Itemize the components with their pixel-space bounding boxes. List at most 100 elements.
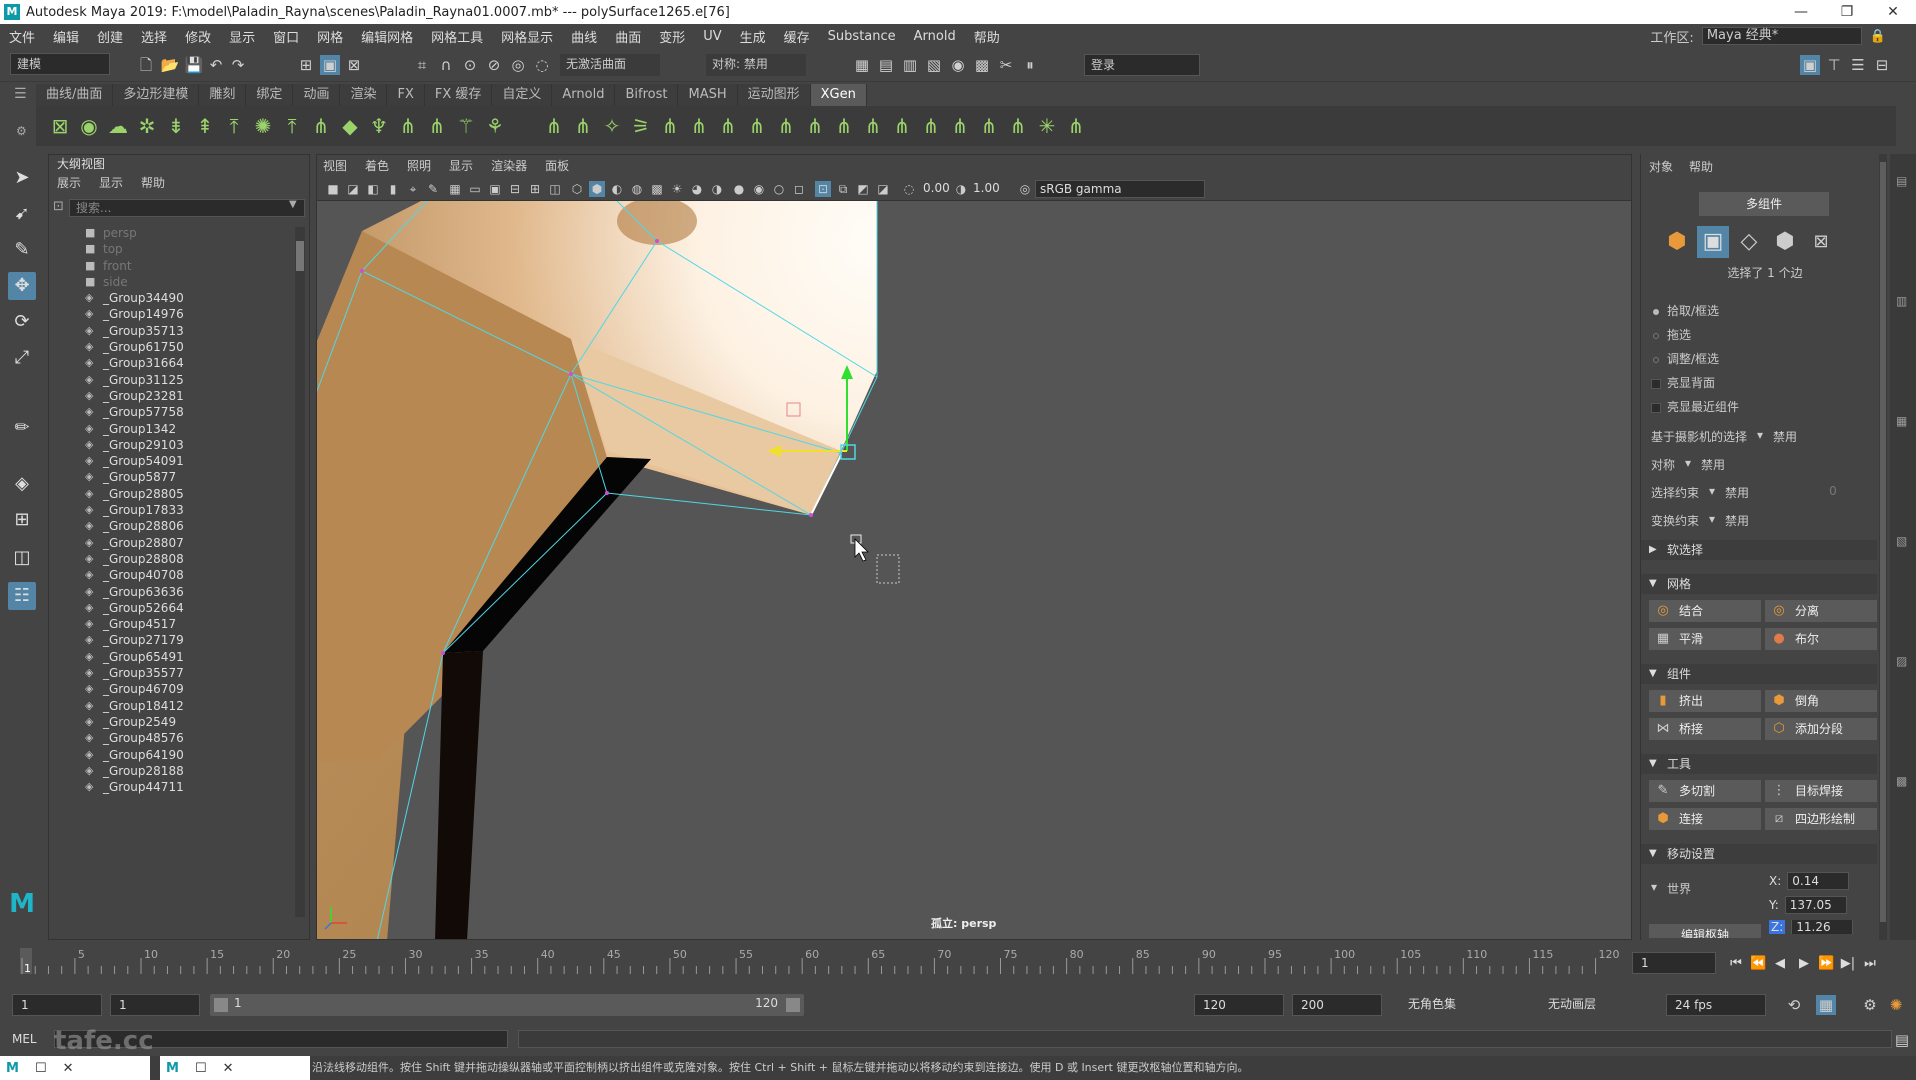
resolution-gate-icon[interactable]: ▣	[487, 181, 503, 197]
image-plane-icon[interactable]: ▮	[385, 181, 401, 197]
highlight-backface-checkbox[interactable]: 亮显背面	[1651, 374, 1715, 391]
anim-prefs-icon[interactable]: ⚙	[1860, 995, 1880, 1015]
close-button[interactable]: ✕	[1870, 0, 1916, 24]
side-tab-icon[interactable]: ▦	[1896, 414, 1907, 428]
outliner-item[interactable]: ◈ _Group34490	[49, 290, 293, 306]
select-camera-icon[interactable]: ■	[325, 181, 341, 197]
render-view-icon[interactable]: ▦	[852, 55, 872, 75]
xgen-tool-icon[interactable]: ⋔	[540, 112, 568, 140]
xgen-tool-icon[interactable]: ⋔	[830, 112, 858, 140]
outliner-item[interactable]: ◈ _Group52664	[49, 600, 293, 616]
paint-select-tool-icon[interactable]: ✎	[8, 236, 36, 264]
outliner-item[interactable]: ◈ _Group35577	[49, 665, 293, 681]
auto-key-icon[interactable]: ▦	[1816, 995, 1836, 1015]
menu-item[interactable]: 编辑	[44, 27, 88, 46]
outliner-item[interactable]: ◈ _Group4517	[49, 616, 293, 632]
x-coord-field[interactable]: 0.14	[1787, 872, 1850, 890]
safe-action-icon[interactable]: ◫	[547, 181, 563, 197]
step-forward-frame-icon[interactable]: ⏩	[1818, 956, 1834, 972]
tool-settings-toggle-icon[interactable]: ☰	[1848, 55, 1868, 75]
menu-item[interactable]: 曲面	[606, 27, 650, 46]
multi-cut-button[interactable]: ✎ 多切割	[1649, 780, 1761, 802]
side-tab-icon[interactable]: ▧	[1896, 534, 1907, 548]
light-editor-icon[interactable]: ✂	[996, 55, 1016, 75]
loop-icon[interactable]: ⟲	[1784, 995, 1804, 1015]
move-tool-icon[interactable]: ✥	[8, 272, 36, 300]
outliner-item[interactable]: ◈ _Group28808	[49, 551, 293, 567]
side-tab-icon[interactable]: ▤	[1896, 174, 1907, 188]
shelf-settings-icon[interactable]: ⚙	[16, 124, 27, 138]
character-set-dropdown[interactable]: 无角色集	[1400, 994, 1526, 1016]
viewport-menu-item[interactable]: 照明	[407, 155, 431, 177]
toolkit-menu-item[interactable]: 对象	[1649, 158, 1673, 175]
drag-radio[interactable]: 拖选	[1653, 326, 1691, 343]
redo-icon[interactable]: ↷	[228, 55, 248, 75]
shelf-tab[interactable]: Arnold	[552, 84, 616, 106]
toolkit-scrollbar[interactable]	[1879, 154, 1887, 940]
view-transform-dropdown[interactable]: sRGB gamma	[1035, 180, 1205, 198]
outliner-item[interactable]: ◈ _Group44711	[49, 779, 293, 795]
outliner-item[interactable]: ◈ _Group28807	[49, 535, 293, 551]
bookmarks-icon[interactable]: ◧	[365, 181, 381, 197]
snap-point-icon[interactable]: ⊙	[460, 55, 480, 75]
separate-button[interactable]: ◎ 分离	[1765, 600, 1877, 622]
menu-item[interactable]: 缓存	[775, 27, 819, 46]
tweak-marquee-radio[interactable]: 调整/框选	[1653, 350, 1719, 367]
quad-draw-button[interactable]: ⧄ 四边形绘制	[1765, 808, 1877, 830]
xgen-tool-icon[interactable]: ⋔	[946, 112, 974, 140]
edge-mode-icon[interactable]: ◇	[1733, 226, 1765, 258]
backface-culling-icon[interactable]: ◪	[875, 181, 891, 197]
menu-item[interactable]: 创建	[88, 27, 132, 46]
outliner-item[interactable]: ◈ _Group57758	[49, 404, 293, 420]
go-to-end-icon[interactable]: ⏭	[1862, 956, 1878, 972]
lasso-tool-icon[interactable]: ➹	[8, 200, 36, 228]
default-material-icon[interactable]: ◐	[609, 181, 625, 197]
close-icon[interactable]: ✕	[63, 1061, 74, 1076]
snap-curve-icon[interactable]: ∩	[436, 55, 456, 75]
toolkit-menu-item[interactable]: 帮助	[1689, 158, 1713, 175]
animation-end-field[interactable]: 200	[1292, 994, 1382, 1016]
xgen-tool-icon[interactable]: ⋔	[888, 112, 916, 140]
xray-active-icon[interactable]: ◩	[855, 181, 871, 197]
xgen-tool-icon[interactable]: ⇞	[191, 112, 219, 140]
viewport-menu-item[interactable]: 显示	[449, 155, 473, 177]
outliner-search-input[interactable]: 搜索...	[69, 199, 305, 217]
time-ruler[interactable]: 15 10 15 20 25 30 35 40 45 50 55 60 65 70 75 80 85 90 95 10…	[14, 948, 1634, 974]
xgen-tool-icon[interactable]: ⋔	[307, 112, 335, 140]
uv-mode-icon[interactable]: ⊠	[1805, 226, 1837, 258]
menu-item[interactable]: 文件	[0, 27, 44, 46]
render-current-icon[interactable]: ▤	[876, 55, 896, 75]
xgen-tool-icon[interactable]: ⋔	[801, 112, 829, 140]
menu-item[interactable]: 显示	[220, 27, 264, 46]
y-coord-field[interactable]: 137.05	[1784, 896, 1847, 914]
menu-item[interactable]: 曲线	[562, 27, 606, 46]
field-chart-icon[interactable]: ⊞	[527, 181, 543, 197]
xgen-tool-icon[interactable]: ✳	[1033, 112, 1061, 140]
camera-attributes-icon[interactable]: ◪	[345, 181, 361, 197]
gamma-icon[interactable]: ◑	[953, 181, 969, 197]
outliner-item[interactable]: ◈ _Group28805	[49, 486, 293, 502]
shelf-menu-icon[interactable]: ☰	[14, 86, 27, 102]
shelf-tab[interactable]: 曲线/曲面	[36, 84, 114, 106]
four-view-icon[interactable]: ⊞	[8, 506, 36, 534]
menu-item[interactable]: 选择	[132, 27, 176, 46]
xgen-tool-icon[interactable]: ♆	[365, 112, 393, 140]
outliner-item[interactable]: ◈ _Group64190	[49, 747, 293, 763]
edit-pivot-button[interactable]: 编辑枢轴	[1649, 924, 1761, 938]
snap-view-icon[interactable]: ⊘	[484, 55, 504, 75]
menu-item[interactable]: UV	[694, 29, 730, 44]
pick-marquee-radio[interactable]: 拾取/框选	[1653, 302, 1719, 319]
shelf-tab[interactable]: MASH	[678, 84, 738, 106]
xgen-tool-icon[interactable]: ✺	[249, 112, 277, 140]
menu-item[interactable]: 窗口	[264, 27, 308, 46]
channel-box-toggle-icon[interactable]: ⊟	[1872, 55, 1892, 75]
symmetry-row[interactable]: 对称 ▾ 禁用	[1651, 456, 1725, 473]
open-scene-icon[interactable]: 📂	[160, 55, 180, 75]
step-forward-key-icon[interactable]: ▶|	[1840, 956, 1856, 972]
outliner-item[interactable]: ◈ _Group5877	[49, 469, 293, 485]
new-scene-icon[interactable]: 🗋	[136, 55, 156, 75]
menu-item[interactable]: Substance	[819, 29, 905, 44]
last-tool-icon[interactable]: ✏	[8, 414, 36, 442]
outliner-item[interactable]: ◈ _Group1342	[49, 421, 293, 437]
xgen-tool-icon[interactable]: ⋔	[859, 112, 887, 140]
